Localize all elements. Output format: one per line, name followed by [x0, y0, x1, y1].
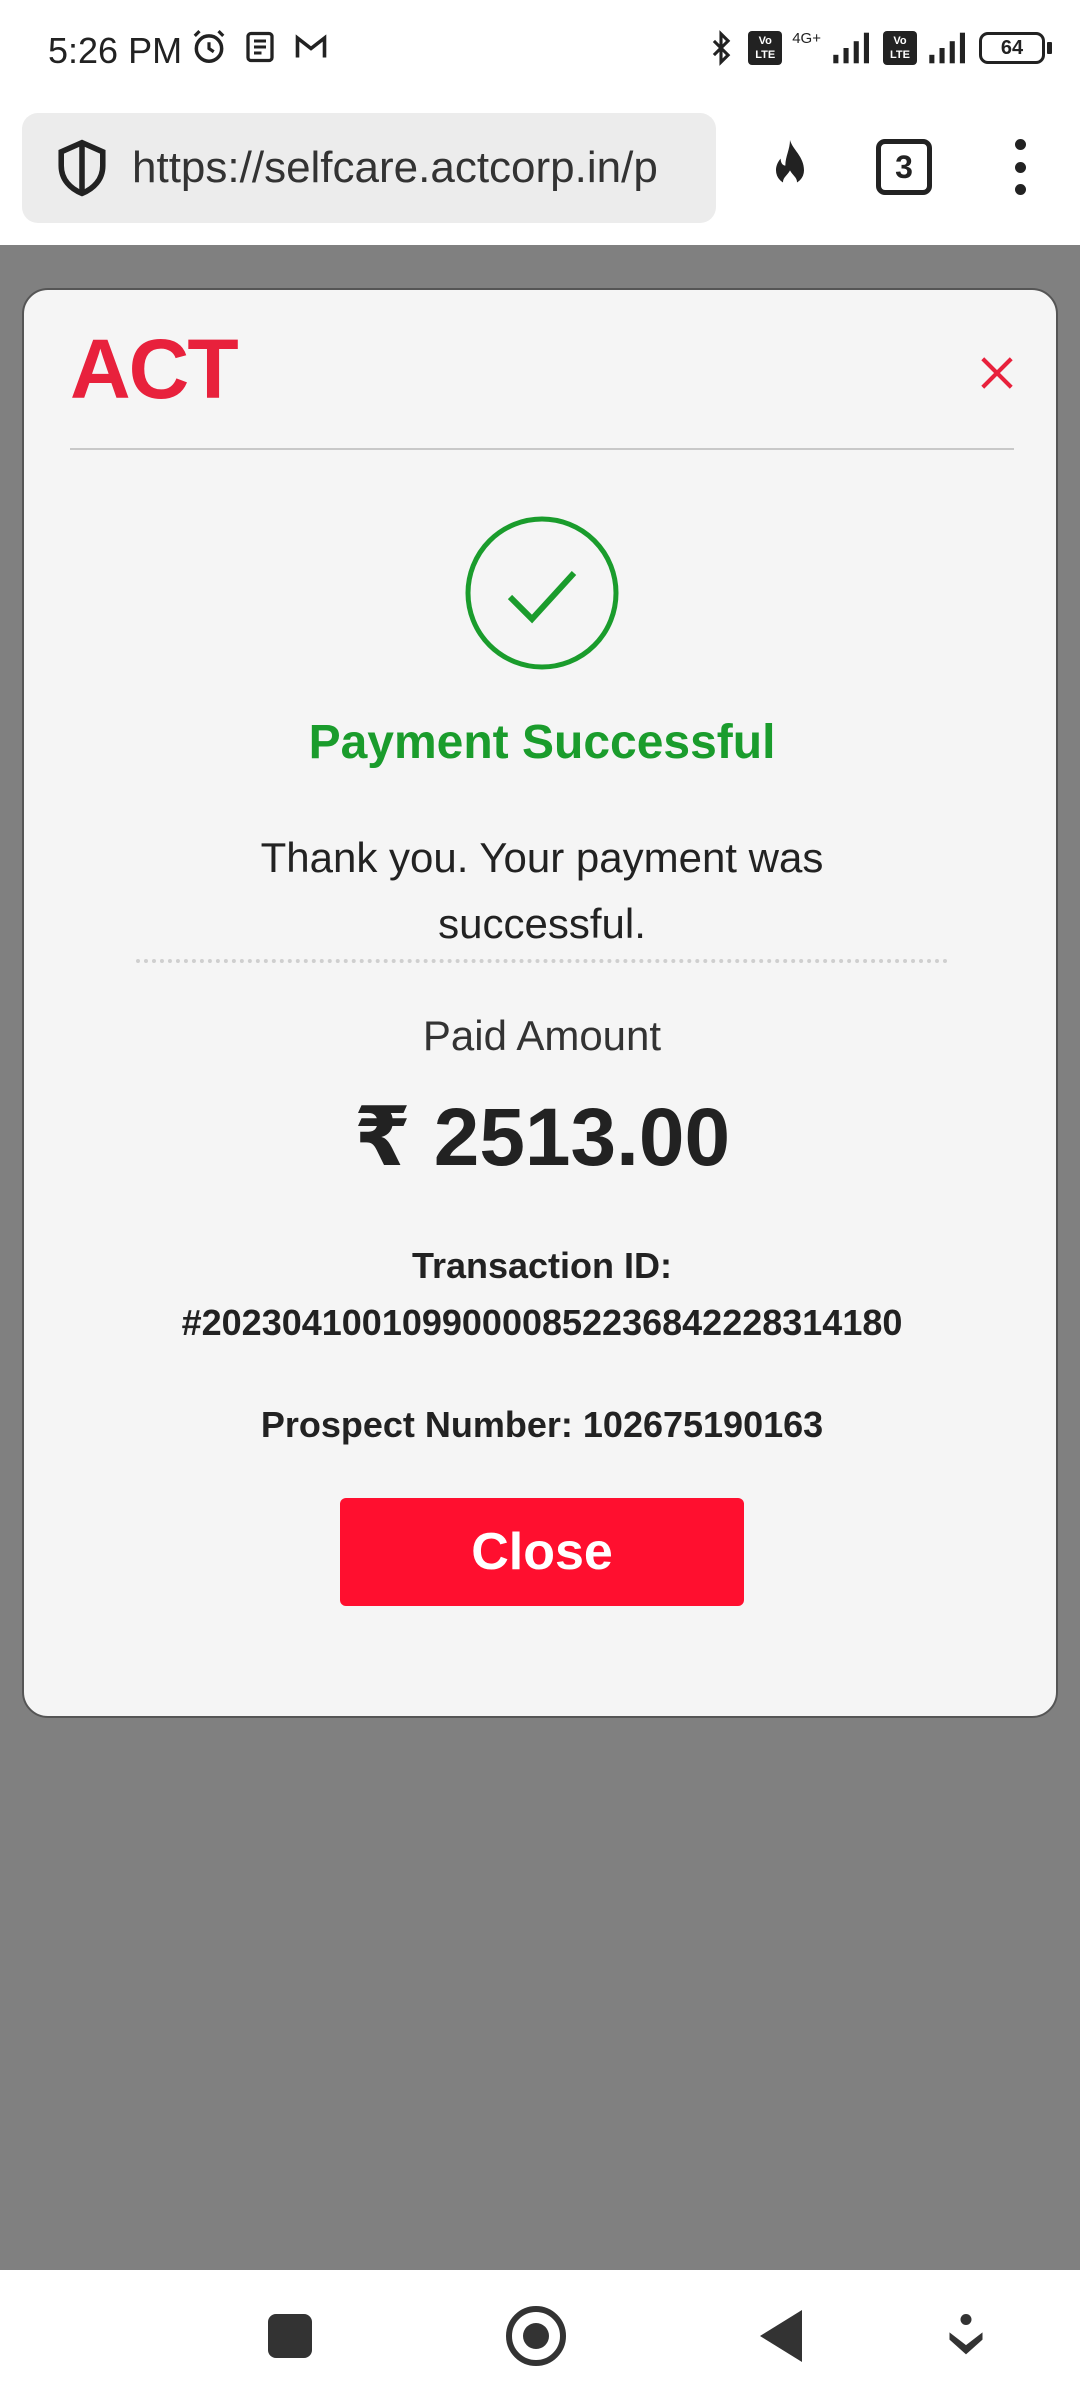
signal-icon-2: [929, 32, 965, 64]
battery-level: 64: [979, 32, 1045, 64]
network-type-label: 4G+: [792, 29, 821, 47]
status-bar: 5:26 PM Vo LTE 4G+ Vo LTE 64: [0, 0, 1080, 105]
payment-status-title: Payment Successful: [308, 716, 776, 769]
address-bar[interactable]: https://selfcare.actcorp.in/p: [22, 113, 716, 223]
status-notification-icons: [190, 28, 330, 66]
close-button[interactable]: Close: [340, 1498, 744, 1606]
status-time: 5:26 PM: [48, 30, 183, 71]
url-text[interactable]: https://selfcare.actcorp.in/p: [132, 143, 702, 193]
back-icon[interactable]: [760, 2310, 802, 2362]
close-icon[interactable]: [974, 350, 1020, 396]
signal-icon: [833, 32, 869, 64]
volte-icon-2: Vo LTE: [883, 31, 917, 65]
paid-amount-label: Paid Amount: [422, 1012, 662, 1059]
assist-icon[interactable]: [944, 2312, 988, 2360]
transaction-id-label: Transaction ID:: [411, 1245, 673, 1286]
system-nav-bar: [0, 2270, 1080, 2400]
alarm-icon: [193, 30, 225, 63]
gmail-icon: [295, 34, 327, 58]
prospect-number: Prospect Number: 102675190163: [260, 1404, 824, 1445]
bluetooth-icon: [713, 30, 731, 66]
transaction-id-value: #20230410010990000852236842228314180: [181, 1302, 903, 1343]
checkmark-icon: [464, 515, 620, 671]
fire-icon[interactable]: [755, 133, 825, 203]
act-logo: ACT: [70, 322, 260, 416]
success-message: Thank you. Your payment was successful.: [260, 834, 824, 947]
header-divider: [70, 448, 1014, 450]
news-icon: [246, 31, 274, 63]
home-icon[interactable]: [506, 2306, 566, 2366]
more-menu-icon[interactable]: [1000, 135, 1040, 199]
battery-icon: 64: [979, 32, 1052, 64]
dotted-divider: [136, 959, 948, 963]
paid-amount-value: ₹ 2513.00: [353, 1092, 731, 1183]
brand-text: ACT: [70, 332, 238, 404]
tab-switcher-button[interactable]: 3: [876, 139, 932, 195]
payment-success-dialog: ACT Payment Successful Thank you. Your p…: [22, 288, 1058, 1718]
shield-icon[interactable]: [52, 138, 112, 198]
volte-icon: Vo LTE: [748, 31, 783, 65]
status-system-icons: Vo LTE 4G+ Vo LTE 64: [704, 28, 1052, 68]
browser-toolbar: https://selfcare.actcorp.in/p 3: [0, 105, 1080, 245]
recents-icon[interactable]: [268, 2314, 312, 2358]
